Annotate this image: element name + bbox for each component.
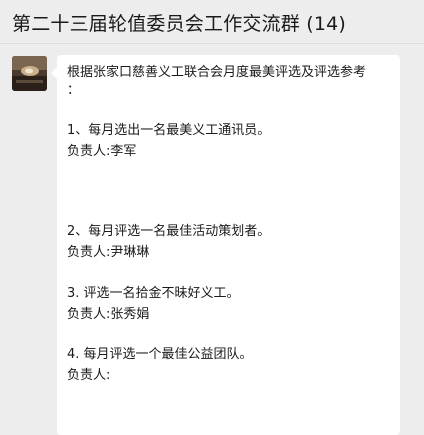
chat-area[interactable]: 根据张家口慈善义工联合会月度最美评选及评选参考 ： 1、每月选出一名最美义工通讯… [0,44,424,435]
message-line-item-1: 1、每月选出一名最美义工通讯员。 [67,123,271,138]
avatar[interactable] [12,56,47,91]
avatar-photo-icon [12,56,47,91]
message-line-item-2: 2、每月评选一名最佳活动策划者。 [67,224,271,239]
message-line-owner-4: 负责人: [67,368,111,383]
message-line-item-3: 3. 评选一名拾金不昧好义工。 [67,286,240,301]
message-line-owner-3: 负责人:张秀娟 [67,307,150,322]
message-line-owner-1: 负责人:李军 [67,144,137,159]
message-line-colon: ： [67,83,81,98]
message-line-owner-2: 负责人:尹琳琳 [67,245,150,260]
message-line-intro: 根据张家口慈善义工联合会月度最美评选及评选参考 [67,65,367,80]
chat-title: 第二十三届轮值委员会工作交流群 (14) [12,13,347,35]
message-line-item-4: 4. 每月评选一个最佳公益团队。 [67,347,253,362]
chat-header: 第二十三届轮值委员会工作交流群 (14) [0,0,424,44]
message-bubble[interactable]: 根据张家口慈善义工联合会月度最美评选及评选参考 ： 1、每月选出一名最美义工通讯… [51,55,400,435]
